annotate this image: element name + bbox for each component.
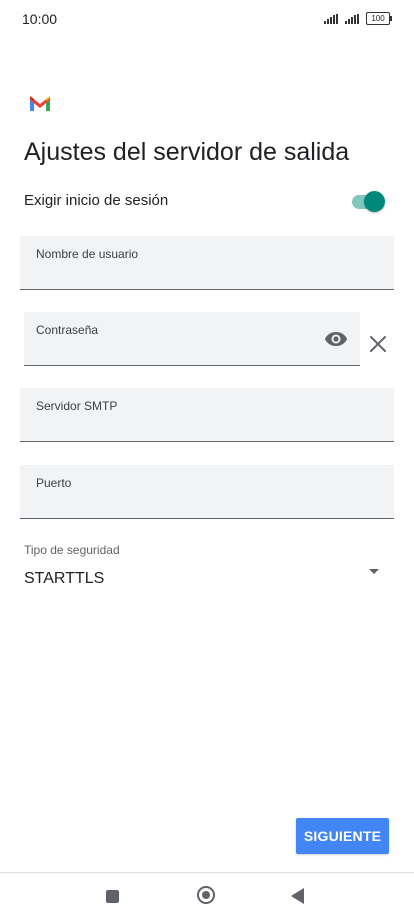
- page-title: Ajustes del servidor de salida: [24, 138, 350, 166]
- smtp-server-field[interactable]: Servidor SMTP: [20, 388, 394, 442]
- status-bar: 10:00 100: [0, 0, 414, 40]
- status-icons: 100: [324, 12, 392, 25]
- back-icon[interactable]: [291, 888, 304, 904]
- require-login-toggle[interactable]: [352, 191, 386, 212]
- require-login-row: Exigir inicio de sesión: [24, 188, 390, 214]
- battery-icon: 100: [366, 12, 392, 25]
- require-login-label: Exigir inicio de sesión: [24, 192, 169, 209]
- toggle-thumb: [364, 191, 385, 212]
- dropdown-arrow-icon[interactable]: [369, 569, 379, 574]
- password-field[interactable]: Contraseña: [24, 312, 360, 366]
- security-type-value: STARTTLS: [24, 570, 105, 587]
- smtp-server-label: Servidor SMTP: [36, 399, 118, 413]
- recents-icon[interactable]: [106, 890, 119, 903]
- gmail-logo-icon: [30, 96, 50, 111]
- port-label: Puerto: [36, 476, 72, 490]
- signal-icon-2: [345, 13, 359, 24]
- password-label: Contraseña: [36, 323, 99, 337]
- status-time: 10:00: [22, 11, 58, 27]
- security-type-label: Tipo de seguridad: [24, 543, 120, 557]
- signal-icon: [324, 13, 338, 24]
- port-input[interactable]: [36, 494, 302, 512]
- username-label: Nombre de usuario: [36, 247, 139, 261]
- navigation-bar: [0, 872, 414, 920]
- eye-icon[interactable]: [324, 331, 348, 347]
- smtp-server-input[interactable]: [36, 417, 302, 435]
- port-field[interactable]: Puerto: [20, 465, 394, 519]
- next-button[interactable]: SIGUIENTE: [296, 818, 389, 854]
- username-field[interactable]: Nombre de usuario: [20, 236, 394, 290]
- home-icon[interactable]: [197, 886, 215, 904]
- username-input[interactable]: [36, 265, 302, 283]
- close-icon[interactable]: [368, 334, 388, 354]
- password-input[interactable]: [36, 341, 242, 359]
